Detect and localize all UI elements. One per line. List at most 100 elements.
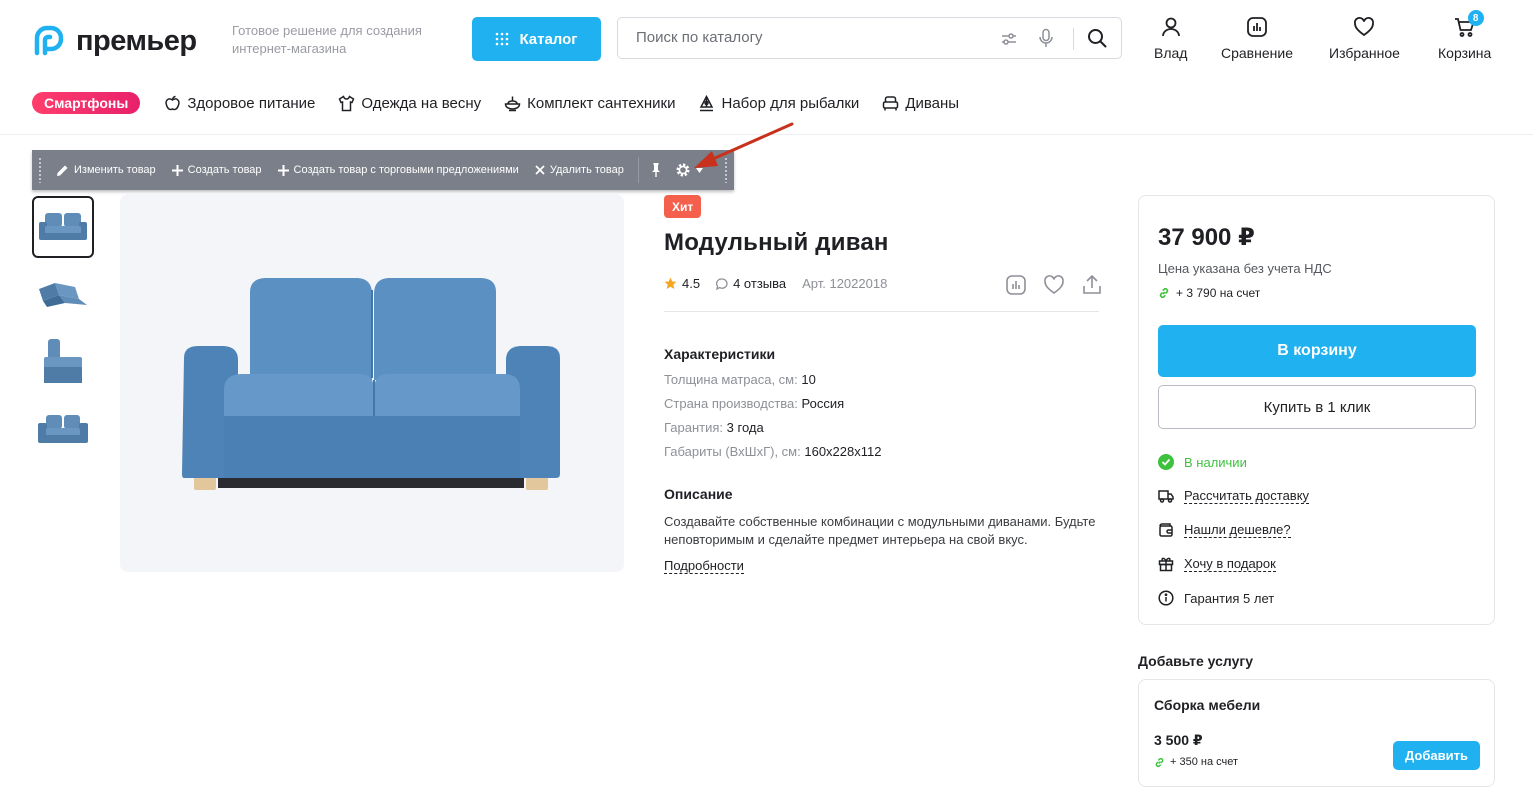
toilet-icon: [504, 96, 521, 111]
nav-item-sofas[interactable]: Диваны: [882, 95, 959, 112]
close-icon: [535, 165, 545, 175]
info-icon: [1158, 590, 1174, 606]
characteristic-row: Гарантия: 3 года: [664, 420, 764, 435]
favorite-action[interactable]: [1042, 273, 1066, 297]
microphone-icon[interactable]: [1037, 28, 1055, 48]
delivery-calc[interactable]: Рассчитать доставку: [1158, 488, 1310, 504]
cart-count-badge: 8: [1467, 10, 1484, 26]
add-service-button[interactable]: Добавить: [1393, 741, 1480, 770]
nav-item-fishing-set[interactable]: Набор для рыбалки: [698, 94, 859, 112]
product-title: Модульный диван: [664, 229, 889, 256]
add-to-cart-button[interactable]: В корзину: [1158, 325, 1476, 377]
gallery-thumb-4[interactable]: [32, 398, 94, 460]
create-product-label: Создать товар: [187, 164, 262, 176]
logo[interactable]: премьер: [32, 24, 197, 58]
tagline: Готовое решение для создания интернет-ма…: [232, 23, 422, 56]
create-offers-label: Создать товар с торговыми предложениями: [293, 164, 519, 176]
gallery-thumb-1[interactable]: [32, 196, 94, 258]
delete-product-button[interactable]: Удалить товар: [527, 164, 632, 176]
grid-dots-icon: [496, 32, 509, 46]
characteristics-title: Характеристики: [664, 346, 776, 362]
product-actions: [1004, 273, 1104, 297]
warranty-info: Гарантия 5 лет: [1158, 590, 1274, 606]
gift-icon: [1158, 557, 1174, 572]
header-user[interactable]: Влад: [1154, 14, 1187, 61]
edit-product-label: Изменить товар: [74, 164, 156, 176]
drag-handle-icon[interactable]: [38, 157, 42, 183]
compare-icon: [1247, 17, 1267, 37]
info-divider: [664, 311, 1099, 312]
catalog-label: Каталог: [519, 30, 578, 48]
bonus-points: + 3 790 на счет: [1158, 286, 1260, 300]
gallery-thumb-2[interactable]: [32, 262, 94, 324]
pin-button[interactable]: [645, 163, 667, 177]
compare-action[interactable]: [1004, 273, 1028, 297]
admin-toolbar: Изменить товар Создать товар Создать тов…: [32, 150, 734, 190]
share-icon: [1083, 274, 1101, 294]
characteristic-value: 3 года: [726, 420, 764, 435]
compare-icon: [1006, 275, 1026, 295]
check-circle-icon: [1158, 454, 1174, 470]
logo-text: премьер: [76, 24, 197, 57]
delete-product-label: Удалить товар: [549, 164, 624, 176]
header-compare[interactable]: Сравнение: [1221, 14, 1293, 61]
pin-icon: [651, 163, 660, 177]
search-icon[interactable]: [1087, 28, 1107, 48]
in-stock-text: В наличии: [1184, 454, 1247, 470]
nav-label: Комплект сантехники: [527, 94, 676, 112]
characteristic-value: Россия: [801, 396, 845, 411]
characteristic-value: 10: [801, 372, 816, 387]
characteristic-row: Габариты (ВхШхГ), см: 160x228x112: [664, 444, 881, 459]
service-name: Сборка мебели: [1154, 697, 1261, 713]
heart-icon: [1354, 17, 1375, 37]
search-input[interactable]: [634, 28, 978, 47]
sofa-angle-thumbnail-image: [38, 415, 88, 443]
create-product-button[interactable]: Создать товар: [164, 164, 270, 176]
favorites-label: Избранное: [1329, 45, 1400, 61]
reviews-count: 4 отзыва: [733, 276, 787, 291]
characteristic-row: Страна производства: Россия: [664, 396, 844, 411]
reviews-link[interactable]: 4 отзыва: [716, 276, 786, 291]
hit-badge: Хит: [664, 195, 702, 218]
delivery-link[interactable]: Рассчитать доставку: [1184, 488, 1310, 504]
sofa-side-thumbnail-image: [44, 339, 82, 383]
truck-icon: [1158, 490, 1174, 503]
search-separator: [1073, 28, 1074, 50]
nav-promo-smartphones[interactable]: Смартфоны: [32, 92, 141, 114]
sofa-image: [182, 278, 560, 490]
nav-item-spring-clothes[interactable]: Одежда на весну: [338, 95, 481, 112]
fishing-icon: [700, 94, 714, 111]
category-nav: Смартфоны Здоровое питание Одежда на вес…: [32, 90, 982, 116]
characteristic-key: Толщина матраса, см:: [664, 372, 798, 387]
filter-icon[interactable]: [1000, 30, 1018, 48]
found-cheaper[interactable]: Нашли дешевле?: [1158, 522, 1291, 538]
gift-link[interactable]: Хочу в подарок: [1184, 556, 1276, 572]
buy-one-click-button[interactable]: Купить в 1 клик: [1158, 385, 1476, 429]
product-meta: 4.5 4 отзыва Арт. 12022018: [664, 276, 903, 291]
sofa-unfolded-thumbnail-image: [39, 283, 87, 307]
apple-icon: [165, 95, 180, 110]
share-action[interactable]: [1080, 273, 1104, 297]
product-main-image[interactable]: [120, 194, 624, 572]
star-icon: [664, 277, 677, 289]
annotation-arrow: [694, 122, 794, 168]
nav-item-plumbing-set[interactable]: Комплект сантехники: [504, 95, 675, 112]
logo-icon: [34, 25, 64, 56]
want-as-gift[interactable]: Хочу в подарок: [1158, 556, 1276, 572]
pencil-icon: [57, 165, 68, 176]
header-favorites[interactable]: Избранное: [1329, 14, 1400, 61]
nav-item-healthy-food[interactable]: Здоровое питание: [164, 95, 315, 112]
cart-label: Корзина: [1438, 45, 1492, 61]
bonus-text: + 3 790 на счет: [1176, 286, 1261, 300]
user-label: Влад: [1154, 45, 1188, 61]
create-offers-product-button[interactable]: Создать товар с торговыми предложениями: [270, 164, 527, 176]
header-cart[interactable]: 8 Корзина: [1438, 10, 1492, 61]
gallery-thumb-3[interactable]: [32, 330, 94, 392]
catalog-button[interactable]: Каталог: [472, 17, 601, 61]
description-title: Описание: [664, 486, 733, 502]
details-link[interactable]: Подробности: [664, 558, 744, 574]
cheaper-link[interactable]: Нашли дешевле?: [1184, 522, 1291, 538]
rating: 4.5: [664, 276, 700, 291]
in-stock-status: В наличии: [1158, 454, 1247, 470]
edit-product-button[interactable]: Изменить товар: [48, 164, 164, 177]
